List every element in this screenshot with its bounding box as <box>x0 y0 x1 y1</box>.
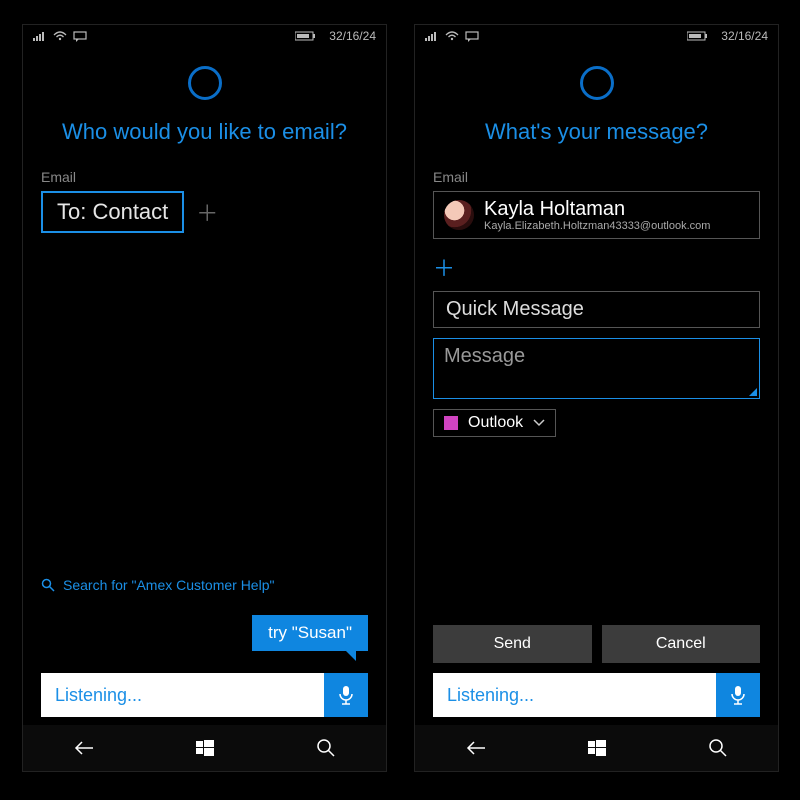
account-color-swatch <box>444 416 458 430</box>
mic-button[interactable] <box>716 673 760 717</box>
status-time: 32/16/24 <box>721 29 768 43</box>
back-button[interactable] <box>64 728 104 768</box>
wifi-icon <box>53 31 67 41</box>
signal-icon <box>425 31 439 41</box>
notification-icon <box>73 31 87 42</box>
status-bar: 32/16/24 <box>415 25 778 47</box>
search-button[interactable] <box>306 728 346 768</box>
add-recipient-icon[interactable]: ＋ <box>196 196 218 228</box>
subject-field[interactable]: Quick Message <box>433 291 760 328</box>
search-button[interactable] <box>698 728 738 768</box>
cortana-ring-area <box>23 47 386 119</box>
search-hint-text: Search for "Amex Customer Help" <box>63 577 274 593</box>
avatar <box>444 200 474 230</box>
notification-icon <box>465 31 479 42</box>
listening-bar[interactable]: Listening... <box>41 673 368 717</box>
listening-bar[interactable]: Listening... <box>433 673 760 717</box>
send-button[interactable]: Send <box>433 625 592 663</box>
recipient-name: Kayla Holtaman <box>484 198 710 220</box>
battery-icon <box>687 31 709 41</box>
status-time: 32/16/24 <box>329 29 376 43</box>
account-dropdown[interactable]: Outlook <box>433 409 556 437</box>
start-button[interactable] <box>185 728 225 768</box>
mic-button[interactable] <box>324 673 368 717</box>
account-name: Outlook <box>468 414 523 432</box>
resize-handle-icon[interactable] <box>747 386 757 396</box>
cancel-button[interactable]: Cancel <box>602 625 761 663</box>
cortana-ring-icon[interactable] <box>580 66 614 100</box>
nav-bar <box>23 725 386 771</box>
cortana-ring-area <box>415 47 778 119</box>
listening-text: Listening... <box>433 685 716 706</box>
assistant-prompt: Who would you like to email? <box>23 119 386 155</box>
listening-text: Listening... <box>41 685 324 706</box>
section-label-email: Email <box>23 155 386 191</box>
signal-icon <box>33 31 47 41</box>
section-label-email: Email <box>415 155 778 191</box>
message-field[interactable]: Message <box>433 338 760 399</box>
recipient-card[interactable]: Kayla Holtaman Kayla.Elizabeth.Holtzman4… <box>433 191 760 239</box>
assistant-prompt: What's your message? <box>415 119 778 155</box>
search-icon <box>41 578 55 592</box>
chevron-down-icon <box>533 416 545 430</box>
phone-screen-message: 32/16/24 What's your message? Email Kayl… <box>414 24 779 772</box>
back-button[interactable] <box>456 728 496 768</box>
wifi-icon <box>445 31 459 41</box>
cortana-ring-icon[interactable] <box>188 66 222 100</box>
status-bar: 32/16/24 <box>23 25 386 47</box>
phone-screen-recipient: 32/16/24 Who would you like to email? Em… <box>22 24 387 772</box>
add-recipient-icon[interactable]: ＋ <box>433 256 455 281</box>
nav-bar <box>415 725 778 771</box>
to-contact-field[interactable]: To: Contact <box>41 191 184 233</box>
recipient-address: Kayla.Elizabeth.Holtzman43333@outlook.co… <box>484 220 710 232</box>
message-placeholder: Message <box>444 345 525 367</box>
suggestion-bubble[interactable]: try "Susan" <box>252 615 368 651</box>
search-hint[interactable]: Search for "Amex Customer Help" <box>41 577 274 593</box>
battery-icon <box>295 31 317 41</box>
start-button[interactable] <box>577 728 617 768</box>
